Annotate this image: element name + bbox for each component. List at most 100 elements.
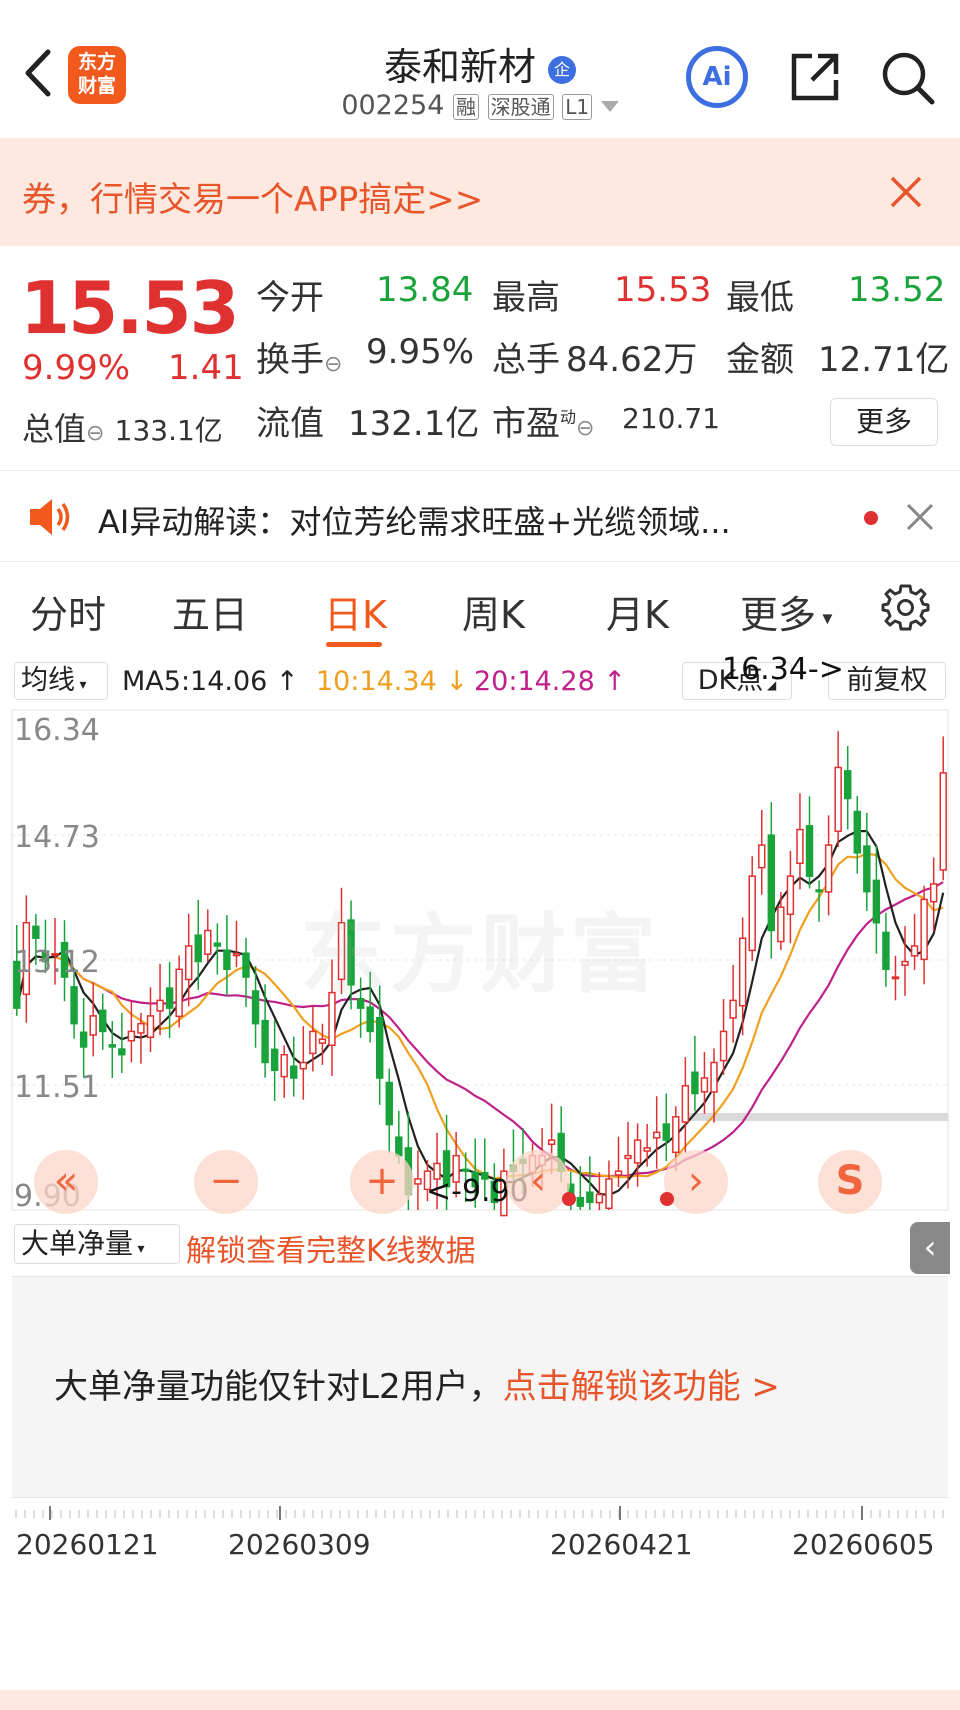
pe-label: 市盈动⊖ — [492, 404, 595, 444]
candle-body — [614, 1170, 623, 1176]
info-icon[interactable]: ⊖ — [86, 421, 104, 446]
candle-body — [681, 1085, 690, 1123]
date-label-2: 20260309 — [228, 1528, 371, 1561]
candle-body — [32, 925, 40, 940]
candle-body — [777, 906, 785, 943]
tab-daily-k[interactable]: 日K — [324, 584, 387, 639]
turnover-value: 9.95% — [366, 332, 475, 372]
candle-body — [691, 1071, 699, 1095]
candle-body — [700, 1077, 709, 1093]
candle-body — [232, 953, 241, 957]
signal-button[interactable]: S — [818, 1150, 882, 1214]
period-tabs: 分时 五日 日K 周K 月K 更多 ▾ — [0, 562, 960, 658]
turnover-label: 换手⊖ — [256, 340, 343, 380]
info-icon[interactable]: ⊖ — [324, 352, 342, 377]
candle-body — [758, 844, 766, 869]
speaker-icon — [26, 495, 72, 539]
candle-body — [805, 825, 814, 877]
low-value: 13.52 — [848, 270, 946, 310]
candle-body — [901, 960, 909, 966]
zoom-in-button[interactable]: + — [350, 1150, 414, 1214]
indicator-message-text: 大单净量功能仅针对L2用户， — [54, 1367, 503, 1407]
indicator-message: 大单净量功能仅针对L2用户，点击解锁该功能 > — [54, 1359, 780, 1408]
unlock-link[interactable]: 解锁查看完整K线数据 — [186, 1226, 476, 1270]
indicator-selector[interactable]: 大单净量 ▾ — [14, 1224, 180, 1264]
volume-value: 84.62万 — [566, 340, 698, 380]
tab-more[interactable]: 更多 ▾ — [740, 584, 832, 639]
promo-banner[interactable]: 券，行情交易一个APP搞定>> — [0, 138, 960, 246]
candle-body — [767, 834, 776, 932]
enterprise-badge: 企 — [548, 55, 577, 84]
candle-body — [461, 1168, 470, 1172]
ai-interpret-bar[interactable]: AI异动解读：对位芳纶需求旺盛+光缆领域... — [0, 470, 960, 562]
candle-body — [729, 999, 737, 1019]
tab-weekly-k[interactable]: 周K — [462, 584, 525, 639]
candle-body — [633, 1139, 642, 1164]
low-label: 最低 — [726, 278, 794, 318]
close-icon[interactable] — [886, 172, 926, 212]
mktcap-value: 133.1亿 — [114, 414, 223, 447]
candle-body — [299, 1061, 308, 1070]
candle-body — [872, 879, 881, 924]
tab-five-day[interactable]: 五日 — [172, 584, 248, 639]
candle-body — [118, 1048, 126, 1056]
candle-body — [719, 1030, 728, 1062]
candle-body — [882, 931, 890, 971]
candle-body — [156, 999, 164, 1012]
candle-body — [204, 929, 212, 955]
info-icon[interactable]: ⊖ — [576, 416, 594, 441]
close-icon[interactable] — [904, 501, 936, 533]
candle-body — [318, 1038, 327, 1044]
time-axis — [15, 1506, 944, 1520]
right-button[interactable]: › — [664, 1150, 728, 1214]
max-price-label: 16.34-> — [722, 652, 844, 687]
candle-body — [786, 875, 795, 916]
candle-body — [920, 898, 928, 961]
collapse-icon[interactable]: ‹ — [910, 1222, 950, 1274]
tag-margin: 融 — [453, 94, 479, 120]
high-value: 15.53 — [614, 270, 712, 310]
more-button[interactable]: 更多 — [830, 398, 938, 446]
zoom-out-button[interactable]: − — [194, 1150, 258, 1214]
share-icon[interactable] — [788, 50, 842, 104]
candle-body — [547, 1139, 556, 1146]
float-label: 流值 — [256, 404, 324, 444]
gear-icon[interactable] — [880, 582, 930, 632]
candle-body — [624, 1154, 632, 1160]
change-value: 1.41 — [168, 348, 244, 388]
left-button[interactable]: ‹ — [506, 1150, 570, 1214]
candle-body — [672, 1116, 680, 1154]
open-label: 今开 — [256, 278, 324, 318]
candle-body — [70, 986, 78, 1025]
candle-body — [165, 987, 174, 1009]
support-line — [688, 1112, 948, 1121]
dropdown-icon[interactable] — [600, 101, 619, 112]
candle-body — [242, 952, 250, 978]
candle-body — [213, 942, 222, 947]
ai-icon[interactable]: Ai — [686, 46, 748, 108]
search-icon[interactable] — [880, 50, 936, 106]
tab-monthly-k[interactable]: 月K — [606, 584, 669, 639]
amount-label: 金额 — [726, 340, 794, 380]
candle-body — [853, 810, 861, 854]
high-label: 最高 — [492, 278, 560, 318]
candle-body — [251, 990, 260, 1025]
candle-body — [796, 828, 804, 865]
last-price: 15.53 — [20, 266, 240, 350]
ai-interpret-text: AI异动解读：对位芳纶需求旺盛+光缆领域... — [98, 503, 731, 541]
prev-button[interactable]: « — [34, 1150, 98, 1214]
candle-body — [605, 1178, 613, 1210]
candle-body — [127, 1030, 136, 1042]
unlock-feature-link[interactable]: 点击解锁该功能 > — [503, 1367, 780, 1407]
candle-body — [824, 844, 833, 893]
candle-body — [844, 770, 852, 800]
candle-body — [595, 1193, 604, 1204]
tab-intraday[interactable]: 分时 — [30, 584, 106, 639]
candle-body — [910, 945, 919, 957]
amount-value: 12.71亿 — [818, 340, 950, 380]
candle-body — [662, 1123, 670, 1141]
candle-body — [366, 1006, 374, 1033]
pe-value: 210.71 — [622, 402, 720, 435]
candle-body — [108, 1044, 116, 1048]
unread-dot — [864, 511, 878, 525]
